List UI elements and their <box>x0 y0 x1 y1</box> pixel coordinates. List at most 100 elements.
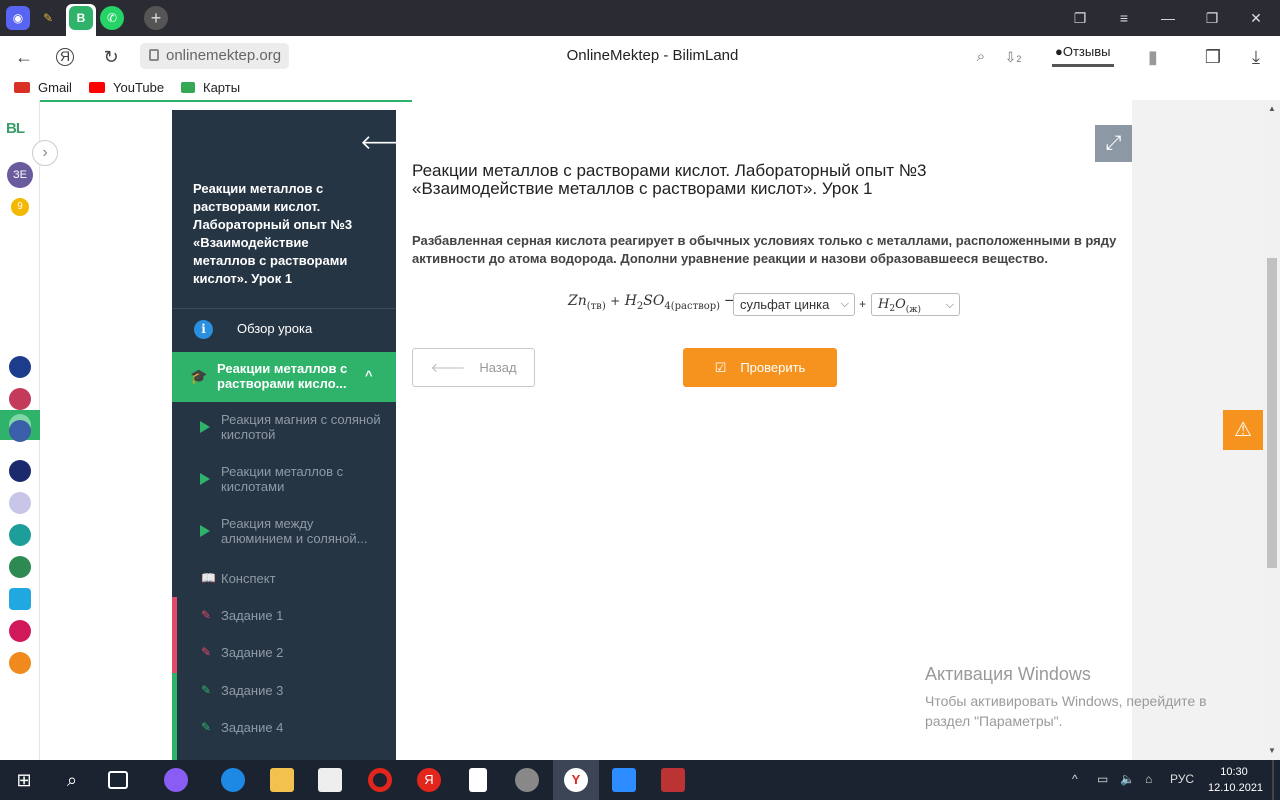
show-desktop-button[interactable] <box>1272 760 1274 800</box>
sidebar-item-label: Обзор урока <box>237 321 313 336</box>
gmail-icon <box>14 82 30 93</box>
product-select-1[interactable]: сульфат цинка ⌵ <box>733 293 855 316</box>
watermark-line: раздел "Параметры". <box>925 713 1063 729</box>
bookmark-label: YouTube <box>113 80 165 95</box>
app-icon[interactable] <box>9 652 31 674</box>
windows-start-icon[interactable]: ⊞ <box>12 768 36 792</box>
sidebar-item-task-3[interactable]: ✎ Задание 3 <box>172 673 396 709</box>
plus-sign: + <box>859 297 867 311</box>
discord-tab-icon[interactable]: ◉ <box>6 6 30 30</box>
battery-icon[interactable]: ▭ <box>1097 772 1108 786</box>
app-icon[interactable] <box>9 524 31 546</box>
app-rail: BL ЗЕ 9 <box>0 100 40 760</box>
chevron-up-icon[interactable]: ^ <box>1072 772 1078 786</box>
collapse-sidebar-arrow-icon[interactable]: 🡐 <box>360 130 396 155</box>
back-button[interactable]: 🡐 Назад <box>412 348 535 387</box>
watermark-line: Чтобы активировать Windows, перейдите в <box>925 693 1207 709</box>
checkbox-checked-icon: ☑ <box>714 360 727 375</box>
app-icon[interactable] <box>9 492 31 514</box>
notepad-icon[interactable] <box>469 768 487 792</box>
scroll-down-icon[interactable]: ▼ <box>1268 746 1276 755</box>
bookmark-maps[interactable]: Карты <box>181 80 240 95</box>
restore-button[interactable]: ❐ <box>1202 8 1222 28</box>
opera-icon[interactable] <box>368 768 392 792</box>
sidebar-subitem[interactable]: Реакция между алюминием и соляной... <box>172 511 396 555</box>
lesson-sidebar: 🡐 Реакции металлов с растворами кислот. … <box>172 110 396 760</box>
notification-badge[interactable]: 9 <box>11 198 29 216</box>
youtube-icon <box>89 82 105 93</box>
language-indicator[interactable]: РУС <box>1170 772 1194 786</box>
alisa-icon[interactable] <box>164 768 188 792</box>
network-icon[interactable]: ⌂ <box>1145 772 1152 786</box>
file-explorer-icon[interactable] <box>270 768 294 792</box>
sidebar-subitem[interactable]: Реакции металлов с кислотами <box>172 459 396 503</box>
sidebar-item-summary[interactable]: 📖 Конспект <box>172 561 396 597</box>
state-label: (раствор) <box>670 301 721 312</box>
clock-date: 12.10.2021 <box>1208 782 1264 794</box>
play-icon <box>200 421 210 433</box>
app-icon[interactable] <box>9 420 31 442</box>
sidebar-item-label: Конспект <box>221 571 276 586</box>
media-player-icon[interactable] <box>515 768 539 792</box>
formula-so: SO <box>643 293 665 309</box>
app-icon[interactable] <box>9 356 31 378</box>
task-view-icon[interactable] <box>108 771 128 789</box>
chevron-down-icon: ⌵ <box>840 298 849 310</box>
edit-icon: ✎ <box>201 720 212 734</box>
sidebar-item-label: Задание 2 <box>221 645 284 660</box>
bilimland-logo[interactable]: BL <box>6 120 25 137</box>
bookmark-gmail[interactable]: Gmail <box>14 80 72 95</box>
bookmarks-panel-icon[interactable]: ❐ <box>1070 8 1090 28</box>
sidebar-item-label: Задание 4 <box>221 720 284 735</box>
zoom-icon[interactable] <box>612 768 636 792</box>
product-select-2[interactable]: H2O(ж) ⌵ <box>871 293 960 316</box>
book-icon: 📖 <box>201 571 216 585</box>
app-icon[interactable] <box>9 588 31 610</box>
menu-icon[interactable]: ≡ <box>1114 8 1134 28</box>
app-icon[interactable] <box>9 388 31 410</box>
volume-icon[interactable]: 🔈 <box>1120 772 1135 786</box>
button-label: Проверить <box>740 360 806 375</box>
check-button[interactable]: ☑ Проверить <box>683 348 837 387</box>
button-label: Назад <box>479 360 517 375</box>
sidebar-item-task-1[interactable]: ✎ Задание 1 <box>172 598 396 634</box>
yandex-browser-icon[interactable]: Я <box>417 768 441 792</box>
feather-tab-icon[interactable]: ✎ <box>36 6 60 30</box>
chevron-up-icon[interactable]: ^ <box>365 368 373 383</box>
close-button[interactable]: ✕ <box>1246 8 1266 28</box>
sidebar-item-label: Реакции металлов с растворами кисло... <box>217 361 348 391</box>
reviews-button[interactable]: ●Отзывы <box>1052 44 1114 67</box>
report-warning-icon[interactable]: ⚠ <box>1223 410 1263 450</box>
game-icon[interactable] <box>661 768 685 792</box>
edge-icon[interactable] <box>221 768 245 792</box>
scrollbar-thumb[interactable] <box>1267 258 1277 568</box>
whatsapp-tab-icon[interactable]: ✆ <box>100 6 124 30</box>
user-avatar[interactable]: ЗЕ <box>7 162 33 188</box>
bilimland-tab-icon[interactable]: B <box>69 6 93 30</box>
sidebar-item-task-2[interactable]: ✎ Задание 2 <box>172 635 396 671</box>
sidebar-item-current-topic[interactable]: 🎓 Реакции металлов с растворами кисло...… <box>172 352 396 402</box>
app-icon[interactable] <box>9 460 31 482</box>
sidebar-subitem[interactable]: Реакция магния с соляной кислотой <box>172 407 396 451</box>
edit-icon: ✎ <box>201 645 212 659</box>
state-label: (ж) <box>905 305 922 315</box>
maps-icon <box>181 82 195 93</box>
yandex-taskbar-icon[interactable]: Y <box>564 768 588 792</box>
edit-icon: ✎ <box>201 608 212 622</box>
reviews-label: Отзывы <box>1062 44 1111 59</box>
sidebar-item-task-4[interactable]: ✎ Задание 4 <box>172 710 396 746</box>
expand-rail-chevron-icon[interactable]: › <box>32 140 58 166</box>
bookmark-youtube[interactable]: YouTube <box>89 80 164 95</box>
sidebar-item-overview[interactable]: i Обзор урока <box>172 309 396 351</box>
minimize-button[interactable]: — <box>1158 8 1178 28</box>
app-icon[interactable] <box>9 556 31 578</box>
page-scrollbar[interactable]: ▲ ▼ <box>1264 100 1280 760</box>
store-icon[interactable] <box>318 768 342 792</box>
search-icon[interactable]: ⌕ <box>60 768 84 792</box>
app-icon[interactable] <box>9 620 31 642</box>
scroll-up-icon[interactable]: ▲ <box>1268 104 1276 113</box>
clock[interactable]: 10:30 12.10.2021 <box>1208 764 1264 796</box>
fullscreen-expand-icon[interactable]: ⤢ <box>1095 125 1132 162</box>
formula-h: H <box>878 297 890 312</box>
new-tab-button[interactable]: + <box>144 6 168 30</box>
